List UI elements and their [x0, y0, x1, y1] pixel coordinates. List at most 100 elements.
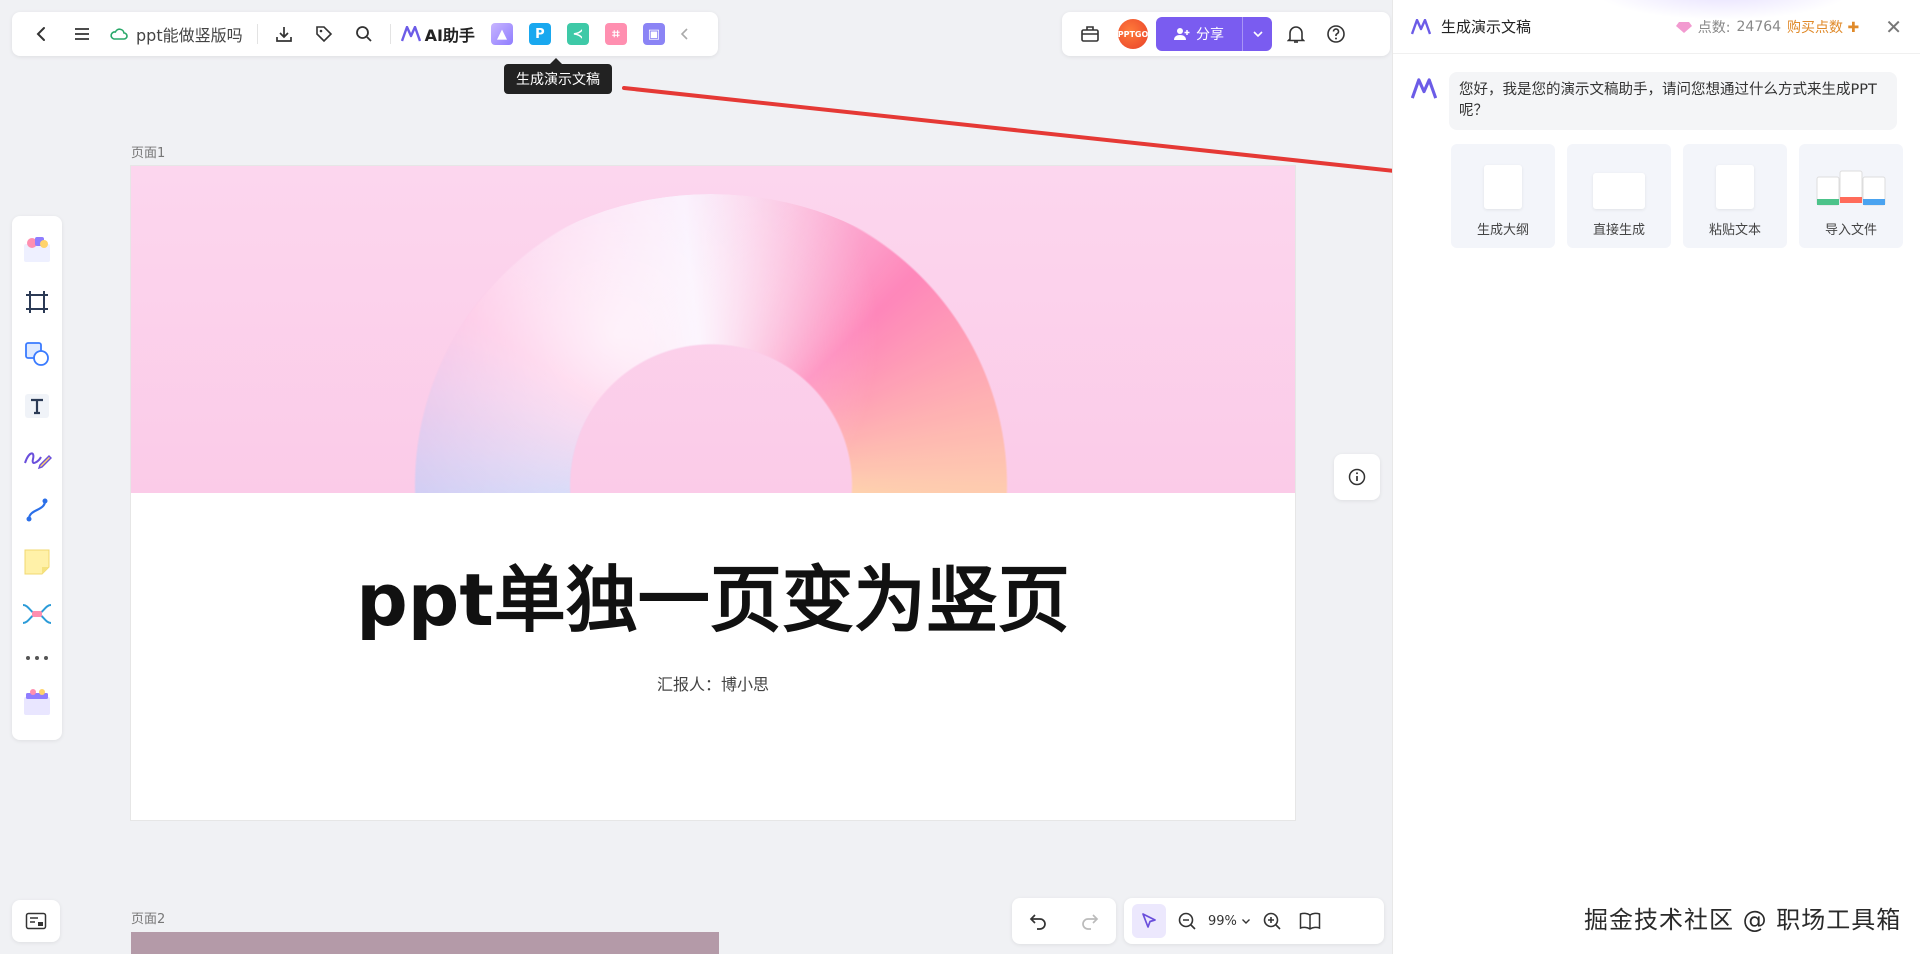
plugins-tool[interactable] [17, 676, 57, 728]
option-outline[interactable]: 生成大纲 [1451, 144, 1555, 248]
back-icon [36, 27, 45, 41]
collapse-apps-button[interactable] [673, 18, 697, 50]
cursor-icon [1142, 913, 1156, 928]
chevron-down-icon [1252, 31, 1263, 38]
zoom-level-select[interactable]: 99% [1208, 914, 1251, 929]
tag-button[interactable] [304, 18, 344, 50]
generate-presentation-panel: 生成演示文稿 点数: 24764 购买点数 ✚ ✕ 您好，我是您的演示文稿助手，… [1392, 0, 1920, 954]
shape-icon [25, 342, 49, 366]
page-label: 页面1 [131, 146, 166, 161]
menu-icon [75, 28, 89, 40]
watermark: 掘金技术社区 @ 职场工具箱 [1584, 906, 1902, 934]
option-label: 直接生成 [1592, 223, 1645, 238]
download-icon [275, 27, 292, 42]
import-files-icon [1816, 170, 1886, 206]
slide-hero-image [131, 166, 1295, 493]
redo-button[interactable] [1070, 905, 1110, 937]
more-icon [26, 656, 48, 660]
sticky-note-icon [24, 549, 50, 575]
points-value: 24764 [1736, 18, 1782, 35]
slide-page-1[interactable]: ppt单独一页变为竖页 汇报人：博小思 [131, 166, 1295, 820]
zoom-level: 99% [1208, 913, 1237, 929]
share-button[interactable]: 分享 [1156, 17, 1242, 51]
cloud-icon [110, 28, 128, 40]
assistant-avatar-icon [1411, 78, 1437, 99]
option-label: 粘贴文本 [1708, 223, 1761, 238]
tag-icon [315, 26, 332, 43]
sticky-note-tool[interactable] [17, 536, 57, 588]
divider [256, 24, 258, 44]
slide-subtitle[interactable]: 汇报人：博小思 [131, 671, 1295, 695]
back-button[interactable] [22, 18, 62, 50]
option-import-file[interactable]: 导入文件 [1799, 144, 1903, 248]
menu-button[interactable] [62, 18, 102, 50]
document-title[interactable]: ppt能做竖版吗 [110, 22, 243, 46]
outline-thumbnail [1484, 165, 1522, 209]
templates-tool[interactable] [17, 224, 57, 276]
more-tools-button[interactable] [17, 640, 57, 676]
ai-assistant-label: AI助手 [424, 26, 475, 45]
text-tool[interactable] [17, 380, 57, 432]
buy-points-link[interactable]: 购买点数 ✚ [1787, 17, 1859, 37]
search-button[interactable] [344, 18, 384, 50]
help-icon [1327, 25, 1345, 43]
ppt-app-icon[interactable]: P [528, 23, 551, 45]
image-app-icon[interactable]: ▲ [490, 23, 513, 45]
slide-title[interactable]: ppt单独一页变为竖页 [131, 541, 1295, 646]
tooltip: 生成演示文稿 [504, 58, 612, 94]
torus-highlight [401, 194, 1021, 493]
bell-icon [1287, 26, 1305, 43]
connector-icon [26, 498, 48, 522]
chevron-down-icon [1241, 918, 1250, 924]
zoom-in-icon [1263, 912, 1281, 930]
points-label: 点数: [1697, 19, 1731, 36]
paste-thumbnail [1716, 165, 1754, 209]
toolbox-button[interactable] [1070, 18, 1110, 50]
mindmap-icon [22, 604, 52, 624]
mindmap-app-icon[interactable]: ≺ [566, 23, 589, 45]
message-bubble: 您好，我是您的演示文稿助手，请问您想通过什么方式来生成PPT呢？ [1449, 72, 1897, 130]
generation-options: 生成大纲 直接生成 粘贴文本 导入文件 [1451, 144, 1920, 248]
mindmap-tool[interactable] [17, 588, 57, 640]
share-button-group: 分享 [1156, 17, 1272, 51]
frame-tool[interactable] [17, 276, 57, 328]
close-icon[interactable]: ✕ [1885, 15, 1902, 39]
add-user-icon [1174, 28, 1190, 40]
left-toolbar [12, 216, 62, 740]
minimap-button[interactable] [12, 900, 60, 942]
assistant-message: 您好，我是您的演示文稿助手，请问您想通过什么方式来生成PPT呢？ [1393, 54, 1920, 130]
direct-thumbnail [1593, 173, 1645, 209]
share-dropdown-button[interactable] [1242, 17, 1272, 51]
undo-button[interactable] [1018, 905, 1058, 937]
download-button[interactable] [264, 18, 304, 50]
map-view-button[interactable] [1293, 905, 1327, 937]
option-paste-text[interactable]: 粘贴文本 [1683, 144, 1787, 248]
shape-tool[interactable] [17, 328, 57, 380]
connector-tool[interactable] [17, 484, 57, 536]
page-label: 页面2 [131, 912, 166, 927]
flowchart-app-icon[interactable]: ⌗ [604, 23, 627, 45]
templates-icon [24, 237, 50, 262]
select-tool-button[interactable] [1132, 904, 1166, 938]
ai-assistant-button[interactable]: AI助手 [400, 22, 475, 46]
divider [389, 24, 391, 44]
notifications-button[interactable] [1280, 18, 1312, 50]
gift-box-icon [24, 689, 50, 715]
ai-logo-icon [400, 26, 421, 42]
briefcase-icon [1081, 26, 1099, 42]
pen-tool[interactable] [17, 432, 57, 484]
help-button[interactable] [1320, 18, 1352, 50]
history-controls [1012, 898, 1116, 944]
avatar[interactable]: PPTGO [1118, 19, 1148, 49]
search-icon [355, 26, 372, 42]
book-icon [1299, 912, 1321, 930]
info-icon [1348, 468, 1366, 486]
whiteboard-app-icon[interactable]: ▣ [642, 23, 665, 45]
info-button[interactable] [1334, 454, 1380, 500]
option-direct[interactable]: 直接生成 [1567, 144, 1671, 248]
zoom-out-button[interactable] [1172, 905, 1202, 937]
zoom-in-button[interactable] [1257, 905, 1287, 937]
option-label: 导入文件 [1824, 223, 1877, 238]
slide-page-2[interactable] [131, 932, 719, 954]
ai-logo-icon [1411, 18, 1431, 34]
